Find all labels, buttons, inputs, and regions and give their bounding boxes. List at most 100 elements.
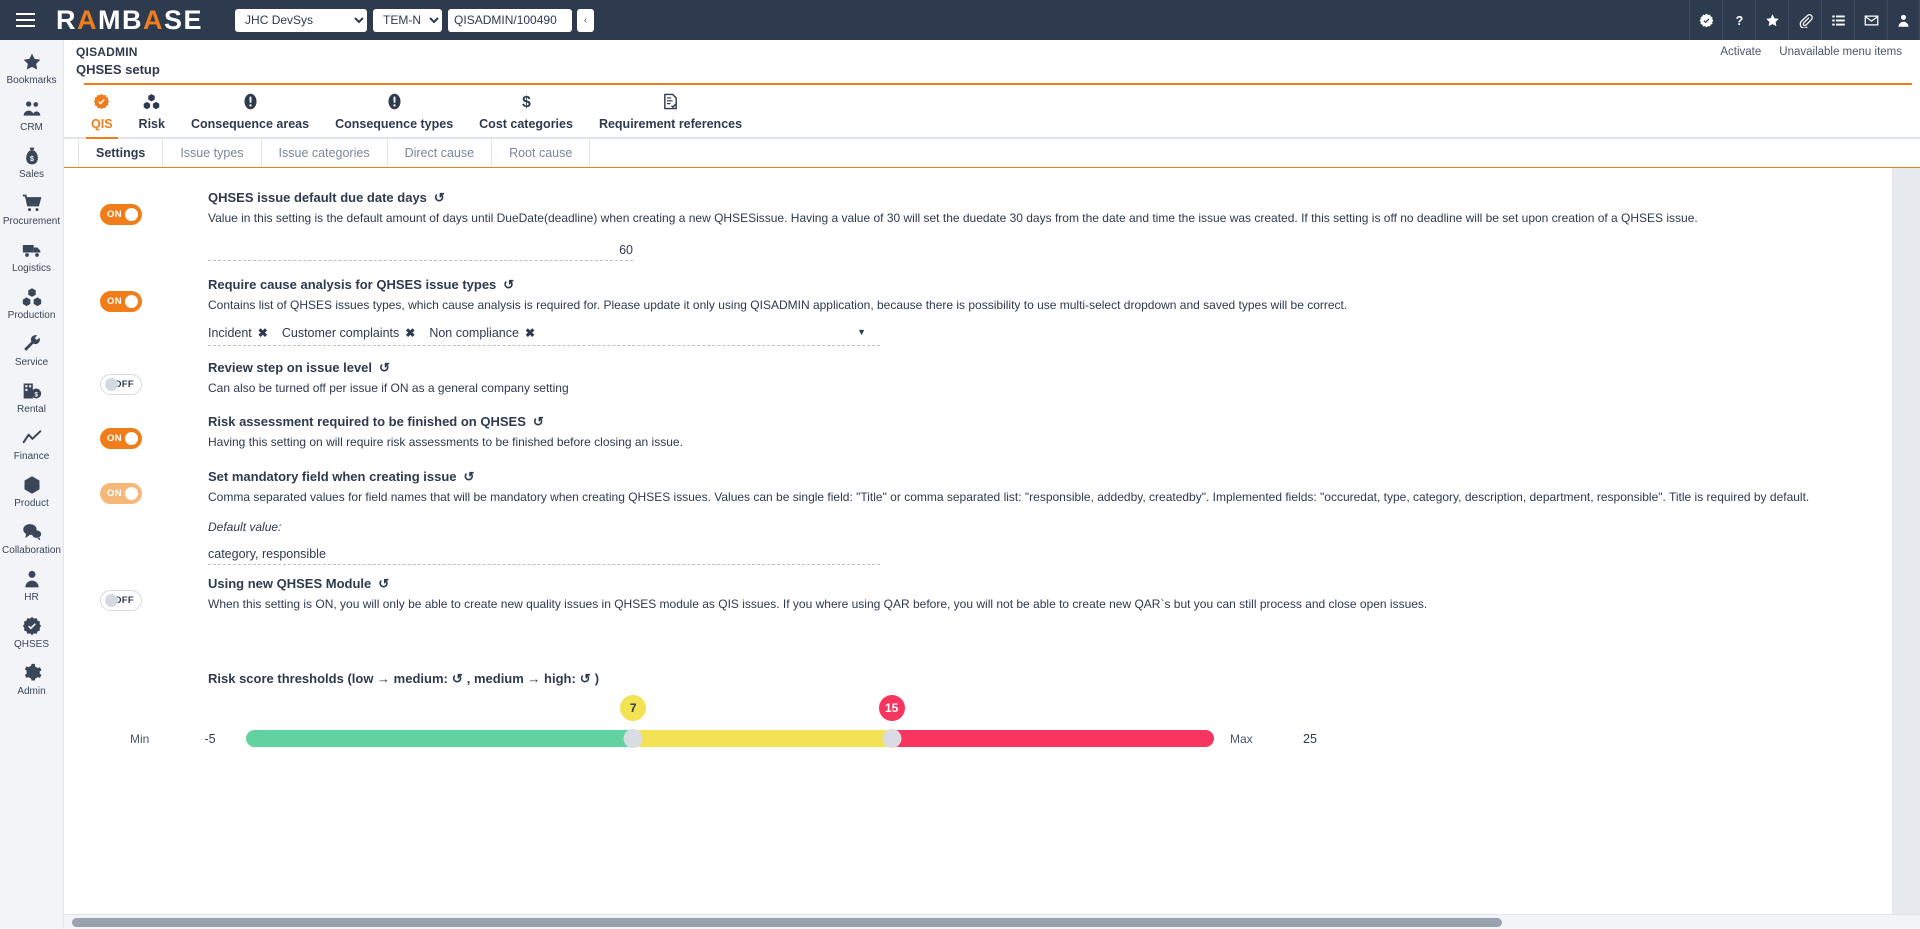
default-due-date-input[interactable]: 60 (208, 243, 633, 261)
setting-body: Require cause analysis for QHSES issue t… (208, 277, 1920, 345)
setting-title: QHSES issue default due date days (208, 190, 427, 205)
chip[interactable]: Customer complaints ✖ (282, 326, 415, 340)
sidebar-item-hr[interactable]: HR (0, 562, 64, 609)
user-icon[interactable] (1887, 0, 1920, 40)
tab-consequence-areas[interactable]: Consequence areas (178, 85, 322, 137)
chip[interactable]: Non compliance ✖ (429, 326, 535, 340)
sidebar-item-label: Production (8, 310, 56, 321)
toggle-risk-assessment-required[interactable]: ON (100, 428, 142, 449)
issue-types-multiselect[interactable]: Incident ✖ Customer complaints ✖ Non com… (208, 326, 880, 346)
default-value-label: Default value: (208, 520, 1880, 534)
document-check-icon (662, 93, 679, 110)
sidebar-item-procurement[interactable]: Procurement (0, 186, 64, 233)
close-icon[interactable]: ✖ (258, 326, 268, 340)
sidebar-item-bookmarks[interactable]: Bookmarks (0, 45, 64, 92)
check-badge-icon (93, 93, 110, 110)
activate-link[interactable]: Activate (1720, 46, 1761, 58)
chip[interactable]: Incident ✖ (208, 326, 268, 340)
horizontal-scrollbar-thumb[interactable] (72, 918, 1502, 927)
slider-max-value: 25 (1274, 732, 1346, 746)
star-icon (22, 52, 42, 72)
envelope-icon[interactable] (1854, 0, 1887, 40)
toggle-knob (125, 487, 138, 500)
sidebar-item-finance[interactable]: Finance (0, 421, 64, 468)
hamburger-menu-icon[interactable] (0, 0, 50, 40)
check-badge-icon (22, 616, 42, 636)
toggle-cell: OFF (78, 576, 208, 613)
toggle-review-step[interactable]: OFF (100, 374, 142, 395)
toggle-label: ON (107, 488, 122, 499)
slider-max-label: Max (1230, 732, 1274, 746)
close-icon[interactable]: ✖ (405, 326, 415, 340)
chevron-down-icon[interactable]: ▼ (857, 327, 866, 337)
sidebar-item-logistics[interactable]: Logistics (0, 233, 64, 280)
search-input[interactable] (448, 9, 572, 32)
top-header: RAMBASE JHC DevSys TEM-NO ‹ ? (0, 0, 1920, 40)
sidebar-item-sales[interactable]: $ Sales (0, 139, 64, 186)
setting-row: OFF Review step on issue level ↺ Can als… (64, 360, 1920, 397)
toggle-knob (125, 208, 138, 221)
setting-description: Contains list of QHSES issues types, whi… (208, 297, 1880, 314)
list-icon[interactable] (1821, 0, 1854, 40)
tab-cost-categories[interactable]: $ Cost categories (466, 85, 586, 137)
slider-handle-high[interactable] (882, 729, 901, 748)
sidebar-item-collaboration[interactable]: Collaboration (0, 515, 64, 562)
sidebar-item-qhses[interactable]: QHSES (0, 609, 64, 656)
help-icon[interactable]: ? (1722, 0, 1755, 40)
close-icon[interactable]: ✖ (525, 326, 535, 340)
svg-text:?: ? (1735, 13, 1743, 27)
sidebar-item-rental[interactable]: $ Rental (0, 374, 64, 421)
toggle-qhses-default-due-date[interactable]: ON (100, 204, 142, 225)
toggle-knob (125, 432, 138, 445)
sidebar-item-admin[interactable]: Admin (0, 656, 64, 703)
secondary-tab-bar: Settings Issue types Issue categories Di… (64, 139, 1920, 168)
paperclip-icon[interactable] (1788, 0, 1821, 40)
mandatory-fields-input[interactable]: category, responsible (208, 547, 880, 565)
sidebar-item-label: QHSES (14, 639, 49, 650)
chat-icon (22, 522, 42, 542)
boxes-icon (22, 287, 42, 307)
toggle-new-qhses-module[interactable]: OFF (100, 590, 142, 611)
person-icon (22, 569, 42, 589)
tab-consequence-types[interactable]: Consequence types (322, 85, 466, 137)
reset-icon[interactable]: ↺ (452, 672, 463, 685)
unavailable-menu-items-link[interactable]: Unavailable menu items (1779, 46, 1902, 58)
tab-qis[interactable]: QIS (78, 85, 126, 137)
tab-issue-types[interactable]: Issue types (163, 139, 261, 167)
star-icon[interactable] (1755, 0, 1788, 40)
toggle-require-cause-analysis[interactable]: ON (100, 291, 142, 312)
toggle-mandatory-field[interactable]: ON (100, 483, 142, 504)
tab-settings[interactable]: Settings (78, 139, 163, 167)
reset-icon[interactable]: ↺ (379, 361, 390, 374)
risk-title-suffix: ) (595, 671, 599, 686)
location-select[interactable]: TEM-NO (373, 9, 442, 32)
risk-slider-track[interactable]: 7 15 (246, 730, 1214, 747)
reset-icon[interactable]: ↺ (434, 191, 445, 204)
check-badge-icon[interactable] (1689, 0, 1722, 40)
left-sidebar: Bookmarks CRM $ Sales Procurement Logist… (0, 40, 64, 929)
reset-icon[interactable]: ↺ (378, 577, 389, 590)
setting-description: Value in this setting is the default amo… (208, 210, 1880, 227)
tab-requirement-references[interactable]: Requirement references (586, 85, 755, 137)
collapse-button[interactable]: ‹ (577, 9, 594, 32)
horizontal-scrollbar[interactable] (64, 914, 1920, 929)
setting-title-row: Using new QHSES Module ↺ (208, 576, 1880, 591)
reset-icon[interactable]: ↺ (580, 672, 591, 685)
tab-risk[interactable]: Risk (126, 85, 178, 137)
sidebar-item-crm[interactable]: CRM (0, 92, 64, 139)
reset-icon[interactable]: ↺ (464, 470, 475, 483)
sidebar-item-production[interactable]: Production (0, 280, 64, 327)
reset-icon[interactable]: ↺ (503, 278, 514, 291)
tab-issue-categories[interactable]: Issue categories (262, 139, 388, 167)
toggle-cell: ON (78, 277, 208, 345)
tab-label: Consequence areas (178, 117, 322, 131)
company-select[interactable]: JHC DevSys (235, 9, 367, 32)
sidebar-item-product[interactable]: Product (0, 468, 64, 515)
slider-handle-low[interactable] (624, 729, 643, 748)
sidebar-item-service[interactable]: Service (0, 327, 64, 374)
slider-bubble-low: 7 (620, 695, 646, 721)
sidebar-item-label: Product (14, 498, 48, 509)
tab-direct-cause[interactable]: Direct cause (388, 139, 492, 167)
reset-icon[interactable]: ↺ (533, 415, 544, 428)
tab-root-cause[interactable]: Root cause (492, 139, 590, 167)
